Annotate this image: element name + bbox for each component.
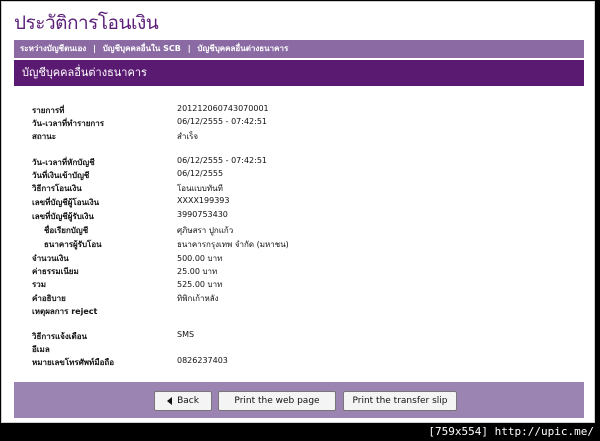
nav-separator: | (93, 44, 96, 53)
print-web-page-label: Print the web page (234, 396, 320, 406)
nav-scb-accounts[interactable]: บัญชีบุคคลอื่นใน SCB (103, 44, 181, 53)
history-page: ประวัติการโอนเงิน ระหว่างบัญชีตนเอง | บั… (1, 1, 595, 423)
detail-value: 525.00 บาท (177, 280, 223, 289)
detail-label: เลขที่บัญชีผู้รับเงิน (32, 212, 94, 221)
detail-label: สถานะ (32, 132, 56, 141)
detail-label: อีเมล (32, 345, 50, 354)
detail-value: โอนแบบทันที (177, 184, 223, 193)
detail-label: เหตุผลการ reject (32, 307, 98, 316)
back-button-label: Back (177, 396, 199, 406)
detail-label: วัน-เวลาที่หักบัญชี (32, 158, 95, 167)
detail-label: เลขที่บัญชีผู้โอนเงิน (32, 198, 100, 207)
transfer-type-nav: ระหว่างบัญชีตนเอง | บัญชีบุคคลอื่นใน SCB… (14, 40, 584, 58)
action-bar: Back Print the web page Print the transf… (14, 382, 584, 418)
detail-label: ค่าธรรมเนียม (32, 267, 79, 276)
transfer-details: รายการที่ 201212060743070001 วัน-เวลาที่… (14, 86, 584, 382)
print-transfer-slip-button[interactable]: Print the transfer slip (343, 391, 457, 411)
detail-value: 06/12/2555 - 07:42:51 (177, 117, 268, 126)
detail-label: รวม (32, 280, 47, 289)
detail-value: 500.00 บาท (177, 254, 223, 263)
nav-own-accounts[interactable]: ระหว่างบัญชีตนเอง (20, 44, 86, 53)
detail-label: ชื่อเรียกบัญชี (44, 226, 89, 235)
detail-label: คำอธิบาย (32, 294, 66, 303)
image-caption: [759x554] http://upic.me/ (428, 425, 594, 438)
print-transfer-slip-label: Print the transfer slip (352, 396, 448, 406)
detail-label: จำนวนเงิน (32, 254, 69, 263)
detail-value: สำเร็จ (177, 132, 199, 141)
detail-value: XXXX199393 (177, 196, 230, 205)
detail-value: ทิพิกเก้าหลัง (177, 294, 219, 303)
section-title: บัญชีบุคคลอื่นต่างธนาคาร (14, 60, 584, 86)
page-title: ประวัติการโอนเงิน (14, 12, 159, 34)
arrow-left-icon (167, 396, 173, 405)
print-web-page-button[interactable]: Print the web page (218, 391, 336, 411)
detail-label: ธนาคารผู้รับโอน (44, 240, 102, 249)
detail-label: วันที่เงินเข้าบัญชี (32, 171, 90, 180)
detail-value: 0826237403 (177, 356, 228, 365)
detail-label: รายการที่ (32, 106, 65, 115)
detail-value: 3990753430 (177, 210, 228, 219)
detail-value: ศุภิษสรา ปูกแก้ว (177, 226, 234, 235)
detail-label: หมายเลขโทรศัพท์มือถือ (32, 358, 115, 367)
nav-other-bank-accounts[interactable]: บัญชีบุคคลอื่นต่างธนาคาร (197, 44, 288, 53)
detail-label: วัน-เวลาที่ทำรายการ (32, 119, 105, 128)
detail-value: 06/12/2555 (177, 169, 224, 178)
detail-value: ธนาคารกรุงเทพ จำกัด (มหาชน) (177, 240, 289, 249)
back-button[interactable]: Back (154, 391, 212, 411)
detail-value: 201212060743070001 (177, 104, 269, 113)
detail-label: วิธีการแจ้งเตือน (32, 332, 87, 341)
nav-separator: | (187, 44, 191, 53)
detail-value: 25.00 บาท (177, 267, 218, 276)
detail-value: SMS (177, 330, 195, 339)
detail-value: 06/12/2555 - 07:42:51 (177, 156, 268, 165)
detail-label: วิธีการโอนเงิน (32, 184, 82, 193)
